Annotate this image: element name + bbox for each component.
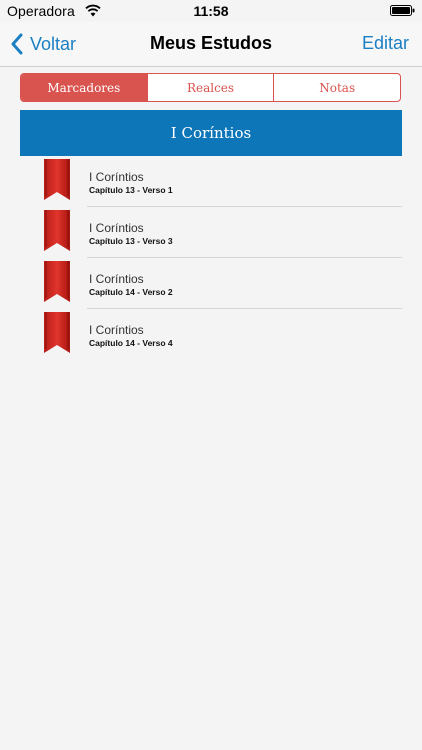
navigation-bar: Voltar Meus Estudos Editar	[0, 22, 422, 67]
status-time: 11:58	[193, 3, 229, 19]
list-item[interactable]: I Coríntios Capítulo 14 - Verso 4	[20, 309, 402, 360]
section-header: I Coríntios	[20, 110, 402, 156]
list-item[interactable]: I Coríntios Capítulo 13 - Verso 1	[20, 156, 402, 207]
bookmark-reference: Capítulo 14 - Verso 2	[89, 287, 173, 297]
bookmark-ribbon-icon	[44, 261, 70, 302]
section-title: I Coríntios	[170, 124, 252, 142]
status-bar: Operadora 11:58	[0, 0, 422, 22]
bookmark-book: I Coríntios	[89, 221, 144, 235]
bookmark-book: I Coríntios	[89, 272, 144, 286]
bookmark-reference: Capítulo 14 - Verso 4	[89, 338, 173, 348]
page-title: Meus Estudos	[149, 33, 273, 53]
bookmark-list: I Coríntios Capítulo 13 - Verso 1 I Corí…	[20, 156, 402, 360]
battery-icon	[390, 5, 415, 16]
tab-marcadores[interactable]: Marcadores	[21, 74, 147, 101]
edit-button[interactable]: Editar	[362, 33, 409, 54]
bookmark-reference: Capítulo 13 - Verso 3	[89, 236, 173, 246]
study-type-segmented-control: Marcadores Realces Notas	[20, 73, 401, 102]
bookmark-book: I Coríntios	[89, 170, 144, 184]
bookmark-book: I Coríntios	[89, 323, 144, 337]
list-item[interactable]: I Coríntios Capítulo 14 - Verso 2	[20, 258, 402, 309]
tab-realces[interactable]: Realces	[146, 74, 274, 101]
bookmark-ribbon-icon	[44, 210, 70, 251]
tab-notas[interactable]: Notas	[273, 74, 400, 101]
bookmark-ribbon-icon	[44, 159, 70, 200]
list-item[interactable]: I Coríntios Capítulo 13 - Verso 3	[20, 207, 402, 258]
bookmark-ribbon-icon	[44, 312, 70, 353]
bookmark-reference: Capítulo 13 - Verso 1	[89, 185, 173, 195]
